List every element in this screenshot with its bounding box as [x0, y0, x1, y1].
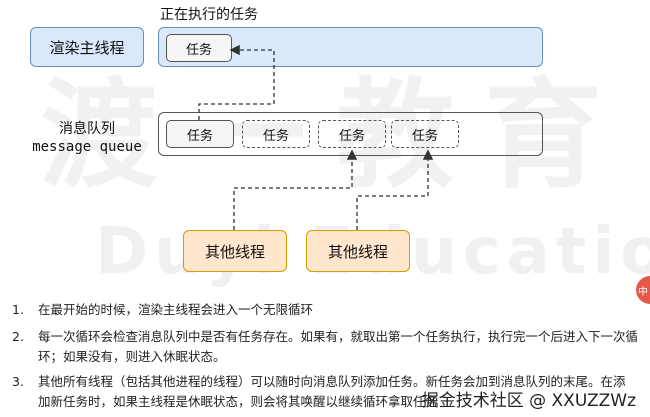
note-number: 1.: [12, 302, 24, 317]
enqueue-arrow-1: [233, 149, 358, 230]
enqueue-arrow-2: [356, 149, 434, 230]
note-1: 1. 在最开始的时候，渲染主线程会进入一个无限循环: [12, 300, 642, 320]
note-text: 每一次循环会检查消息队列中是否有任务存在。如果有，就取出第一个任务执行，执行完一…: [38, 329, 639, 364]
note-text: 在最开始的时候，渲染主线程会进入一个无限循环: [38, 302, 314, 317]
note-number: 3.: [12, 374, 24, 389]
note-number: 2.: [12, 329, 24, 344]
footer-watermark: 掘金技术社区 @ XXUZZWz: [421, 391, 636, 411]
note-2: 2. 每一次循环会检查消息队列中是否有任务存在。如果有，就取出第一个任务执行，执…: [12, 327, 642, 367]
dequeue-arrow: [198, 44, 275, 120]
